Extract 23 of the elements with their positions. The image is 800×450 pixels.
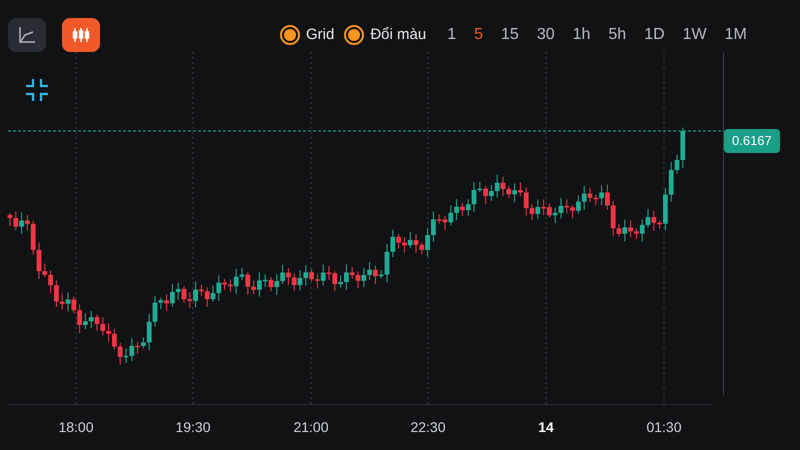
interval-tab[interactable]: 1D bbox=[635, 23, 674, 47]
interval-tab[interactable]: 1M bbox=[716, 23, 756, 47]
axis-label: 19:30 bbox=[174, 418, 212, 437]
price-label: 0.6167 bbox=[724, 129, 780, 152]
interval-tab[interactable]: 1 bbox=[438, 23, 466, 47]
axis-label: 01:30 bbox=[645, 418, 683, 437]
toggle-option[interactable]: Grid bbox=[280, 24, 334, 46]
interval-tab[interactable]: 15 bbox=[492, 23, 528, 47]
interval-tab[interactable]: 1W bbox=[674, 23, 716, 47]
candlestick-icon bbox=[71, 27, 91, 43]
interval-tab[interactable]: 1h bbox=[564, 23, 600, 47]
interval-tab[interactable]: 5h bbox=[599, 23, 636, 47]
axis-label: 14 bbox=[537, 418, 555, 437]
interval-tab[interactable]: 5 bbox=[465, 23, 492, 47]
interval-tab[interactable]: 30 bbox=[528, 23, 564, 47]
axis-label: 21:00 bbox=[292, 418, 330, 437]
exit-fullscreen-icon[interactable] bbox=[25, 78, 49, 102]
candlestick-button[interactable] bbox=[62, 18, 100, 52]
line-chart-icon bbox=[18, 26, 36, 44]
axis-label: 22:30 bbox=[409, 418, 447, 437]
line-chart-button[interactable] bbox=[8, 18, 46, 52]
toggle-option[interactable]: Đổi màu bbox=[344, 24, 426, 46]
axis-label: 18:00 bbox=[57, 418, 95, 437]
